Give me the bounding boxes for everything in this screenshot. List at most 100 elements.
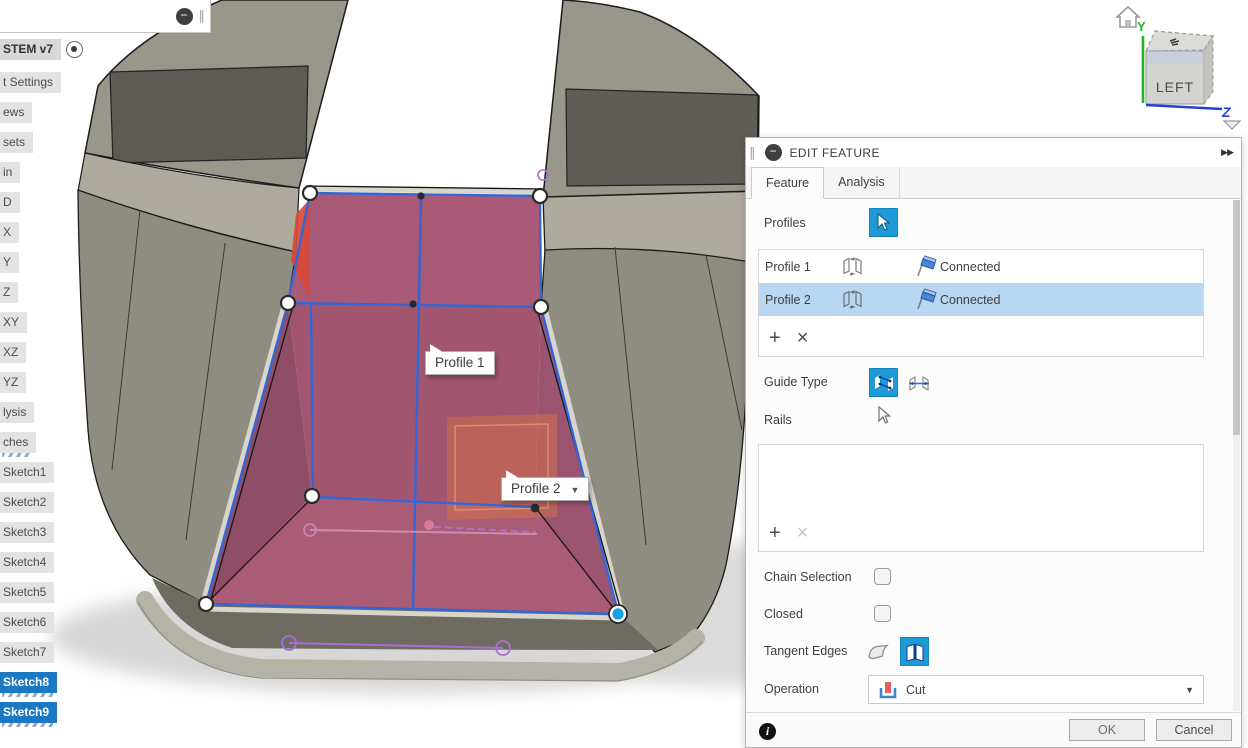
remove-profile-button[interactable]: × [797, 327, 809, 350]
model-right-lobe[interactable] [543, 0, 759, 197]
dialog-grip-icon[interactable]: ∥ [749, 145, 757, 161]
home-icon[interactable] [1117, 7, 1139, 27]
merged-face-icon [866, 641, 890, 663]
profile2-name: Profile 2 [765, 293, 811, 307]
browser-item-sets[interactable]: sets [0, 132, 33, 153]
profiles-list: Profile 1 Connected Profile 2 [758, 249, 1204, 357]
guide-type-label: Guide Type [764, 375, 828, 389]
browser-item-sketch3[interactable]: Sketch3 [0, 522, 54, 543]
collapse-icon[interactable]: − [176, 8, 193, 25]
profile1-name: Profile 1 [765, 260, 811, 274]
flip-profile-icon[interactable] [840, 255, 865, 281]
browser-item-sketch8[interactable]: Sketch8 [0, 672, 57, 693]
connected-flag-icon [914, 255, 939, 281]
browser-item-analysis[interactable]: lysis [0, 402, 34, 423]
activate-component-radio[interactable] [66, 41, 83, 58]
browser-item-sketch4[interactable]: Sketch4 [0, 552, 54, 573]
select-cursor-icon [875, 213, 892, 232]
browser-item-x-axis[interactable]: X [0, 222, 19, 243]
profile-row-1[interactable]: Profile 1 Connected [759, 250, 1203, 283]
collapsed-toolbar[interactable]: − ∥ [0, 0, 211, 33]
viewcube-menu-triangle[interactable] [1224, 121, 1240, 129]
browser-item-document-settings[interactable]: t Settings [0, 72, 61, 93]
left-lobe-recess [110, 66, 308, 163]
midpoint-dot [417, 192, 424, 199]
profile1-tooltip-label: Profile 1 [435, 355, 485, 370]
browser-item-sketch9[interactable]: Sketch9 [0, 702, 57, 723]
profile1-tooltip[interactable]: Profile 1 [425, 351, 495, 375]
dialog-expand-icon[interactable]: ▶▶ [1221, 147, 1233, 158]
profiles-select-button[interactable] [869, 208, 898, 237]
connected-flag-icon [914, 288, 939, 314]
cancel-button[interactable]: Cancel [1156, 719, 1232, 741]
dialog-header[interactable]: ∥ − EDIT FEATURE ▶▶ [746, 138, 1241, 167]
browser-item-sketch1[interactable]: Sketch1 [0, 462, 54, 483]
tangent-edges-split-button[interactable] [900, 637, 929, 666]
dialog-tabstrip: Feature Analysis [746, 167, 1241, 199]
closed-checkbox[interactable] [874, 605, 891, 622]
add-profile-button[interactable]: + [769, 327, 781, 350]
rails-label: Rails [764, 413, 792, 427]
browser-item-y-axis[interactable]: Y [0, 252, 19, 273]
viewcube-face-label[interactable]: LEFT [1156, 79, 1194, 95]
selected-vertex-handle[interactable] [609, 605, 627, 623]
rails-list[interactable]: + × [758, 444, 1204, 552]
info-icon[interactable]: i [759, 723, 776, 740]
remove-rail-button[interactable]: × [797, 522, 809, 545]
chevron-down-icon[interactable]: ▼ [571, 485, 580, 495]
edit-feature-dialog: ∥ − EDIT FEATURE ▶▶ Feature Analysis Pro… [745, 137, 1242, 748]
viewcube-top-face[interactable] [1146, 31, 1213, 51]
ok-button[interactable]: OK [1069, 719, 1145, 741]
profile2-state: Connected [940, 293, 1000, 307]
guide-type-rails-button[interactable] [869, 368, 898, 397]
dialog-title: EDIT FEATURE [790, 146, 880, 160]
chain-selection-label: Chain Selection [764, 570, 852, 584]
operation-label: Operation [764, 682, 819, 696]
viewcube-top-band [1147, 52, 1203, 64]
y-axis-label: Y [1137, 19, 1146, 34]
z-axis-label: Z [1221, 104, 1231, 120]
browser-item-sketch6[interactable]: Sketch6 [0, 612, 54, 633]
z-axis [1146, 105, 1222, 109]
profile2-tooltip[interactable]: Profile 2▼ [501, 477, 589, 501]
closed-label: Closed [764, 607, 803, 621]
profile1-state: Connected [940, 260, 1000, 274]
browser-item-sketch7[interactable]: Sketch7 [0, 642, 54, 663]
tab-analysis[interactable]: Analysis [824, 167, 900, 199]
browser-root-component[interactable]: STEM v7 [0, 39, 61, 60]
browser-item-d[interactable]: D [0, 192, 20, 213]
midpoint-dot [531, 504, 540, 513]
guide-type-centerline-button[interactable] [904, 368, 933, 397]
browser-item-named-views[interactable]: ews [0, 102, 32, 123]
browser-item-yz-plane[interactable]: YZ [0, 372, 26, 393]
split-face-icon [903, 641, 927, 663]
dialog-footer: i OK Cancel [746, 712, 1241, 747]
rails-icon [872, 372, 896, 394]
cut-operation-icon [878, 680, 898, 700]
toolbar-grip-icon[interactable]: ∥ [199, 8, 207, 24]
operation-value: Cut [906, 683, 925, 697]
dialog-scrollbar[interactable] [1233, 200, 1240, 711]
chevron-down-icon[interactable]: ▼ [1185, 685, 1194, 695]
browser-item-xy-plane[interactable]: XY [0, 312, 27, 333]
flip-profile-icon[interactable] [840, 288, 865, 314]
browser-item-xz-plane[interactable]: XZ [0, 342, 26, 363]
midpoint-dot [409, 300, 416, 307]
viewcube[interactable]: LEFT Y Z [1117, 7, 1240, 129]
browser-item-sketch2[interactable]: Sketch2 [0, 492, 54, 513]
scrollbar-thumb[interactable] [1233, 200, 1240, 435]
tangent-edges-label: Tangent Edges [764, 644, 847, 658]
operation-dropdown[interactable]: Cut ▼ [868, 675, 1204, 704]
add-rail-button[interactable]: + [769, 522, 781, 545]
browser-item-sketch5[interactable]: Sketch5 [0, 582, 54, 603]
chain-selection-checkbox[interactable] [874, 568, 891, 585]
right-lobe-recess [566, 89, 758, 186]
dialog-collapse-icon[interactable]: − [765, 144, 782, 161]
browser-item-sketches-folder[interactable]: ches [0, 432, 36, 453]
browser-item-z-axis[interactable]: Z [0, 282, 18, 303]
browser-item-origin[interactable]: in [0, 162, 20, 183]
tab-feature[interactable]: Feature [751, 167, 824, 199]
tangent-edges-merged-button[interactable] [863, 637, 892, 666]
profile-row-2[interactable]: Profile 2 Connected [759, 283, 1203, 316]
rails-select-cursor-icon [876, 406, 892, 428]
